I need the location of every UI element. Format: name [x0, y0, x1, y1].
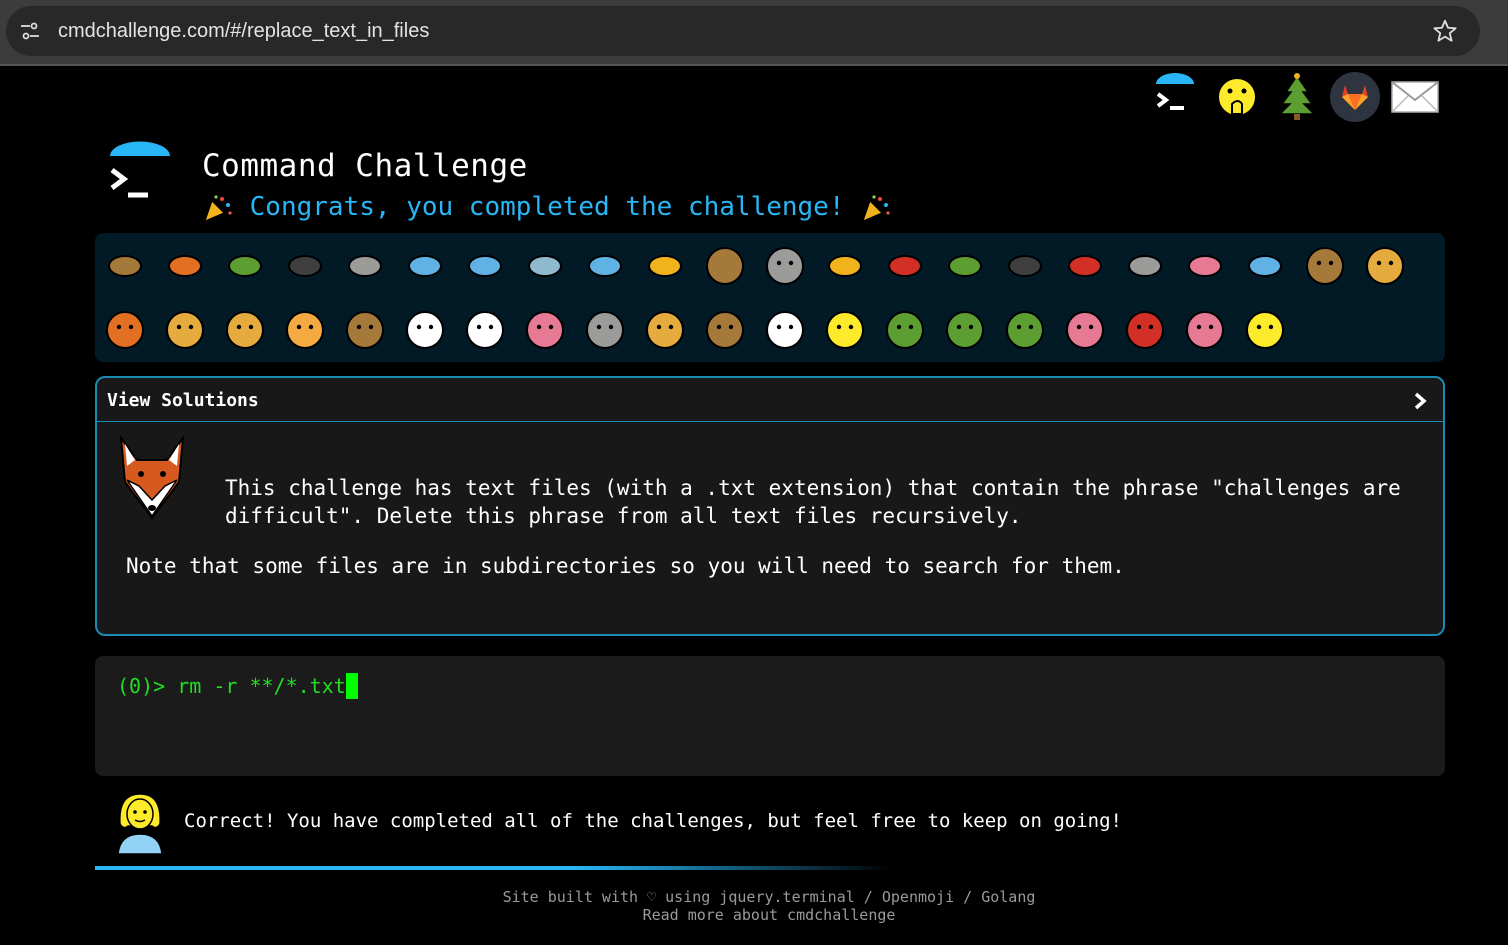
spider-web-icon[interactable]	[340, 239, 390, 289]
challenge-badges	[95, 233, 1445, 362]
site-logo[interactable]	[104, 140, 174, 204]
tune-icon[interactable]	[18, 19, 42, 43]
cherry-blossom-icon[interactable]	[1060, 303, 1110, 353]
challenge-panel: View Solutions This challenge has text f…	[95, 376, 1445, 636]
footer: Site built with ♡ using jquery.terminal …	[0, 888, 1508, 924]
bookmark-star-icon[interactable]	[1432, 18, 1458, 44]
panda-icon[interactable]	[760, 303, 810, 353]
tropical-fish-icon[interactable]	[640, 239, 690, 289]
chevron-right-icon[interactable]	[1411, 390, 1429, 412]
dragon-icon[interactable]	[1000, 303, 1050, 353]
party-popper-icon	[204, 194, 232, 222]
snail-icon[interactable]	[100, 239, 150, 289]
terminal-command[interactable]: rm -r **/*.txt	[177, 674, 346, 698]
hand-over-mouth-face-icon[interactable]	[1210, 70, 1264, 124]
terminal[interactable]: (0)> rm -r **/*.txt	[95, 656, 1445, 776]
ant-icon[interactable]	[280, 239, 330, 289]
sunflower-icon[interactable]	[1240, 303, 1290, 353]
bee-icon[interactable]	[820, 239, 870, 289]
ladybug-icon[interactable]	[880, 239, 930, 289]
congrats-banner: Congrats, you completed the challenge!	[202, 192, 892, 223]
result-message: Correct! You have completed all of the c…	[184, 810, 1122, 832]
wolf-icon[interactable]	[760, 239, 810, 289]
whale-icon[interactable]	[400, 239, 450, 289]
address-bar[interactable]: cmdchallenge.com/#/replace_text_in_files	[6, 6, 1480, 56]
caterpillar-icon[interactable]	[220, 239, 270, 289]
party-popper-icon	[862, 194, 890, 222]
hamster-icon[interactable]	[640, 303, 690, 353]
horse-icon[interactable]	[340, 303, 390, 353]
monkey-icon[interactable]	[1300, 239, 1350, 289]
dog-icon[interactable]	[1360, 239, 1410, 289]
tree-icon[interactable]	[1270, 70, 1324, 124]
cat-icon[interactable]	[160, 303, 210, 353]
footer-credits[interactable]: Site built with ♡ using jquery.terminal …	[0, 888, 1508, 906]
terminal-cursor	[345, 672, 358, 699]
congrats-text: Congrats, you completed the challenge!	[249, 192, 845, 222]
frog-icon[interactable]	[940, 303, 990, 353]
microbe-icon[interactable]	[1240, 239, 1290, 289]
url-text[interactable]: cmdchallenge.com/#/replace_text_in_files	[58, 19, 429, 43]
view-solutions-label[interactable]: View Solutions	[107, 390, 259, 411]
blond-woman-icon	[117, 793, 163, 854]
page-title: Command Challenge	[202, 148, 528, 184]
butterfly-icon[interactable]	[160, 239, 210, 289]
view-solutions-toggle[interactable]: View Solutions	[97, 378, 1443, 422]
terminal-prompt: (0)>	[117, 674, 178, 698]
fox-icon	[119, 434, 185, 520]
peacock-icon[interactable]	[880, 303, 930, 353]
challenge-note: Note that some files are in subdirectori…	[126, 554, 1125, 578]
terminal-input-line[interactable]: (0)> rm -r **/*.txt	[117, 672, 358, 699]
envelope-icon[interactable]	[1388, 70, 1442, 124]
spider-icon[interactable]	[1000, 239, 1050, 289]
dolphin-icon[interactable]	[460, 239, 510, 289]
blowfish-icon[interactable]	[700, 239, 750, 289]
tiger-icon[interactable]	[280, 303, 330, 353]
cow-icon[interactable]	[460, 303, 510, 353]
pig-icon[interactable]	[520, 303, 570, 353]
hibiscus-icon[interactable]	[1180, 303, 1230, 353]
browser-toolbar: cmdchallenge.com/#/replace_text_in_files	[0, 0, 1508, 66]
shark-icon[interactable]	[520, 239, 570, 289]
terminal-logo-icon[interactable]	[1148, 70, 1202, 124]
hatching-chick-icon[interactable]	[820, 303, 870, 353]
fly-icon[interactable]	[1120, 239, 1170, 289]
fox-icon[interactable]	[100, 303, 150, 353]
footer-about-link[interactable]: Read more about cmdchallenge	[0, 906, 1508, 924]
divider	[95, 866, 895, 870]
fish-icon[interactable]	[580, 239, 630, 289]
bear-icon[interactable]	[700, 303, 750, 353]
gitlab-icon[interactable]	[1328, 70, 1382, 124]
rose-icon[interactable]	[1120, 303, 1170, 353]
scorpion-icon[interactable]	[1060, 239, 1110, 289]
challenge-description: This challenge has text files (with a .t…	[225, 476, 1401, 528]
top-nav-icons	[1148, 70, 1448, 126]
unicorn-icon[interactable]	[400, 303, 450, 353]
cricket-icon[interactable]	[940, 239, 990, 289]
lion-icon[interactable]	[220, 303, 270, 353]
worm-icon[interactable]	[1180, 239, 1230, 289]
mouse-icon[interactable]	[580, 303, 630, 353]
